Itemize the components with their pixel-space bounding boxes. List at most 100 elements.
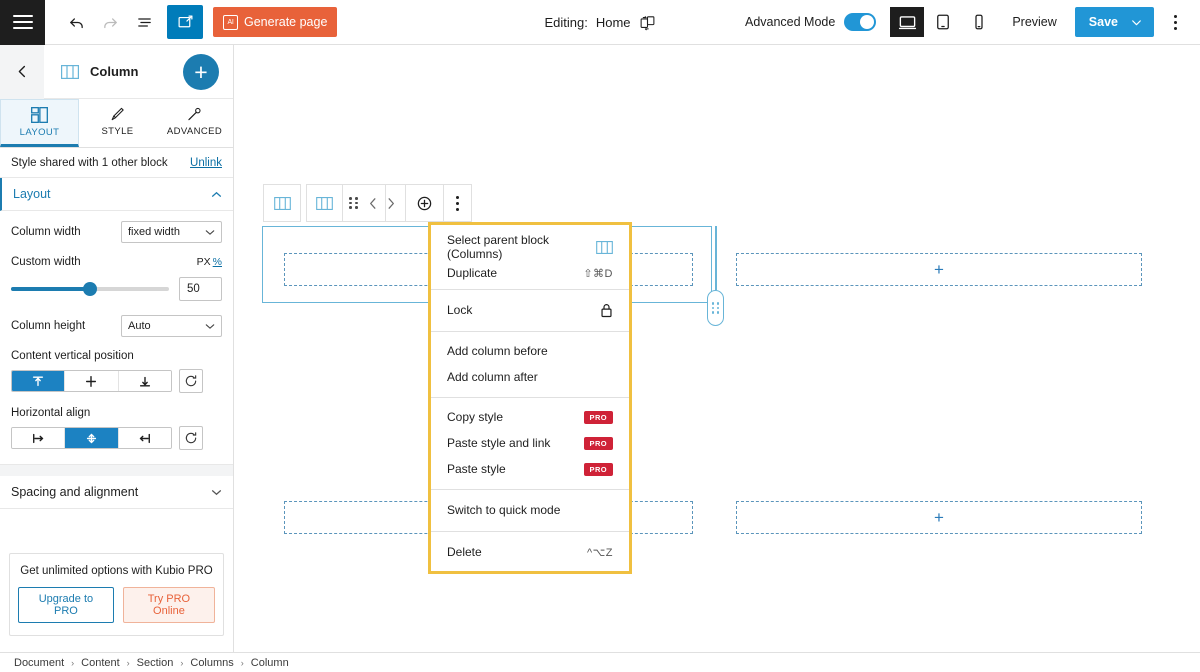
lock-icon [600, 303, 613, 318]
preview-button[interactable]: Preview [998, 15, 1070, 29]
move-prev-button[interactable] [364, 185, 386, 221]
reset-vertical-position-button[interactable] [179, 369, 203, 393]
menu-item-lock[interactable]: Lock [431, 297, 629, 323]
advanced-mode-toggle[interactable] [844, 13, 877, 31]
breadcrumb: Document › Content › Section › Columns ›… [0, 652, 1200, 672]
pro-badge: PRO [583, 410, 613, 424]
align-middle-button[interactable] [65, 371, 119, 391]
top-toolbar-left: AI Generate page [45, 5, 338, 39]
column-height-select[interactable]: Auto [121, 315, 222, 337]
column-height-value: Auto [128, 320, 151, 332]
chevron-down-icon[interactable] [1130, 16, 1143, 29]
column-placeholder-2[interactable]: + [736, 253, 1142, 286]
layout-settings-body: Column width fixed width Custom width PX… [0, 211, 233, 450]
generate-page-button[interactable]: AI Generate page [213, 7, 338, 37]
breadcrumb-content[interactable]: Content [81, 657, 120, 669]
menu-item-delete[interactable]: Delete ^⌥Z [431, 539, 629, 565]
sidebar-tabs: LAYOUT STYLE ADVANCED [0, 99, 233, 148]
move-next-button[interactable] [386, 185, 406, 221]
list-view-button[interactable] [127, 5, 161, 39]
add-block-button[interactable]: + [183, 54, 219, 90]
editing-page-name: Home [595, 14, 631, 30]
menu-item-copy-style[interactable]: Copy style PRO [431, 404, 629, 430]
tab-style[interactable]: STYLE [79, 99, 156, 147]
block-options-button[interactable] [444, 185, 471, 221]
column-placeholder-4[interactable]: + [736, 501, 1142, 534]
menu-item-paste-style[interactable]: Paste style PRO [431, 456, 629, 482]
select-parent-block-button[interactable] [263, 184, 301, 222]
save-label: Save [1088, 15, 1118, 29]
add-circle-icon [417, 196, 432, 210]
vertical-position-segmented [11, 370, 172, 392]
slider-thumb[interactable] [83, 282, 97, 296]
shared-style-text: Style shared with 1 other block [11, 156, 168, 169]
section-spacing-header[interactable]: Spacing and alignment [0, 476, 233, 509]
drag-handle-button[interactable] [343, 185, 364, 221]
menu-group-4: Copy style PRO Paste style and link PRO … [431, 398, 629, 490]
more-options-button[interactable] [1160, 7, 1190, 37]
save-button[interactable]: Save [1074, 7, 1154, 37]
breadcrumb-section[interactable]: Section [137, 657, 174, 669]
custom-width-input[interactable]: 50 [179, 277, 222, 301]
sidebar-back-button[interactable] [0, 44, 44, 99]
edit-pencil-icon [178, 15, 192, 27]
menu-item-duplicate[interactable]: Duplicate ⇧⌘D [431, 260, 629, 286]
swap-template-button[interactable] [639, 14, 656, 31]
block-toolbar [263, 184, 472, 222]
chevron-down-icon [211, 489, 222, 496]
breadcrumb-column[interactable]: Column [251, 657, 289, 669]
menu-item-shortcut: ⇧⌘D [583, 267, 613, 280]
menu-item-add-column-after[interactable]: Add column after [431, 364, 629, 390]
main-menu-button[interactable] [0, 0, 45, 45]
menu-item-paste-style-and-link[interactable]: Paste style and link PRO [431, 430, 629, 456]
device-tablet-button[interactable] [926, 7, 960, 37]
block-toolbar-group [306, 184, 472, 222]
redo-button[interactable] [93, 5, 127, 39]
breadcrumb-columns[interactable]: Columns [190, 657, 233, 669]
custom-width-slider[interactable] [11, 282, 169, 296]
unit-percent[interactable]: % [213, 256, 222, 268]
align-center-icon [86, 433, 97, 443]
block-type-button[interactable] [307, 185, 343, 221]
upgrade-to-pro-button[interactable]: Upgrade to PRO [18, 587, 114, 623]
device-mobile-button[interactable] [962, 7, 996, 37]
block-settings-sidebar: Column + LAYOUT STYLE ADVANCED Style sha… [0, 44, 234, 672]
align-right-button[interactable] [118, 428, 171, 448]
align-left-button[interactable] [12, 428, 66, 448]
vertical-position-label: Content vertical position [11, 350, 134, 362]
tab-advanced[interactable]: ADVANCED [156, 99, 233, 147]
drag-dots-icon [711, 302, 720, 314]
kebab-icon [456, 195, 459, 211]
column-height-row: Column height Auto [11, 315, 222, 337]
add-inner-block-button[interactable] [406, 185, 444, 221]
menu-item-label: Lock [447, 303, 473, 317]
unit-px[interactable]: PX [197, 256, 211, 268]
reset-horizontal-align-button[interactable] [179, 426, 203, 450]
menu-item-label: Copy style [447, 410, 504, 424]
menu-item-add-column-before[interactable]: Add column before [431, 338, 629, 364]
align-bottom-button[interactable] [118, 371, 171, 391]
horizontal-align-label: Horizontal align [11, 407, 91, 419]
shared-style-notice: Style shared with 1 other block Unlink [0, 148, 233, 178]
undo-button[interactable] [59, 5, 93, 39]
breadcrumb-document[interactable]: Document [14, 657, 64, 669]
editor-canvas: + + + + [234, 45, 1200, 652]
unit-switcher[interactable]: PX% [197, 256, 222, 268]
align-top-button[interactable] [12, 371, 66, 391]
align-middle-icon [86, 375, 97, 387]
reset-icon [185, 375, 197, 387]
unlink-link[interactable]: Unlink [190, 157, 222, 169]
menu-item-switch-to-quick-mode[interactable]: Switch to quick mode [431, 497, 629, 523]
try-pro-online-button[interactable]: Try PRO Online [122, 587, 215, 623]
column-width-select[interactable]: fixed width [121, 221, 222, 243]
tab-layout[interactable]: LAYOUT [0, 99, 79, 147]
hamburger-icon [12, 11, 33, 33]
menu-item-select-parent-block[interactable]: Select parent block (Columns) [431, 233, 629, 261]
section-layout-header[interactable]: Layout [0, 178, 233, 211]
reset-icon [185, 432, 197, 444]
kubio-page-builder: AI Generate page Editing: Home Advanced … [0, 0, 1200, 672]
edit-mode-button[interactable] [167, 5, 203, 39]
device-desktop-button[interactable] [890, 7, 925, 37]
align-center-button[interactable] [65, 428, 119, 448]
column-resize-handle[interactable] [707, 290, 724, 326]
